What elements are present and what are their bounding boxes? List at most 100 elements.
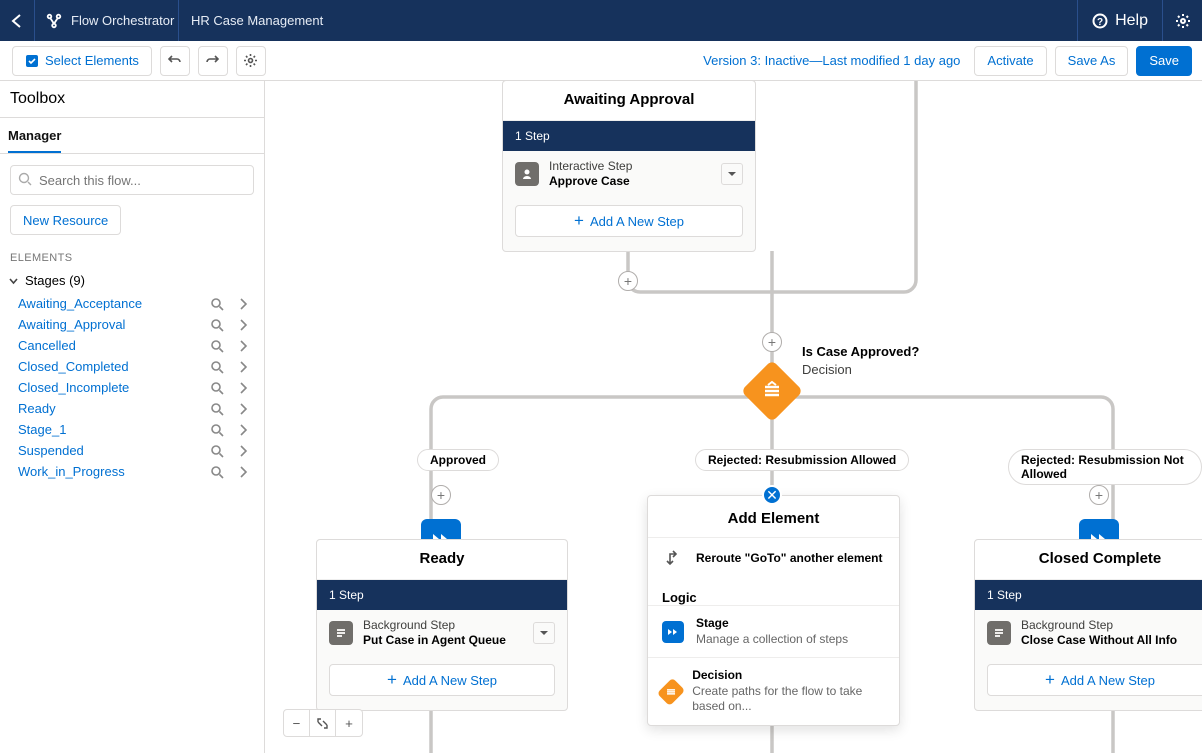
zoom-controls: − +: [283, 709, 363, 737]
search-icon[interactable]: [210, 360, 224, 374]
stage-link[interactable]: Cancelled: [18, 338, 204, 353]
add-node-button[interactable]: +: [431, 485, 451, 505]
search-icon[interactable]: [210, 381, 224, 395]
chevron-right-icon[interactable]: [236, 318, 250, 332]
chevron-right-icon[interactable]: [236, 381, 250, 395]
undo-button[interactable]: [160, 46, 190, 76]
card-closed-complete[interactable]: Closed Complete 1 Step Background StepCl…: [974, 539, 1202, 711]
toolbar: Select Elements Version 3: Inactive—Last…: [0, 41, 1202, 81]
chevron-down-icon: [539, 628, 549, 638]
stage-link[interactable]: Closed_Incomplete: [18, 380, 204, 395]
chevron-right-icon[interactable]: [236, 360, 250, 374]
tree-item-stage: Awaiting_Acceptance: [6, 293, 258, 314]
card-awaiting-approval[interactable]: Awaiting Approval 1 Step Interactive Ste…: [502, 81, 756, 252]
step-menu-button[interactable]: [721, 163, 743, 185]
brand-text: Flow Orchestrator: [71, 13, 174, 28]
gear-icon: [1175, 13, 1191, 29]
sidebar: Toolbox Manager New Resource ELEMENTS St…: [0, 81, 265, 753]
search-box: [10, 165, 254, 195]
card-ready[interactable]: Ready 1 Step Background StepPut Case in …: [316, 539, 568, 711]
new-resource-button[interactable]: New Resource: [10, 205, 121, 235]
step-count: 1 Step: [317, 580, 567, 610]
search-icon[interactable]: [210, 465, 224, 479]
card-title: Awaiting Approval: [503, 81, 755, 121]
select-icon: [25, 54, 39, 68]
reroute-icon: [662, 548, 684, 570]
decision-icon: [657, 677, 685, 705]
zoom-in-button[interactable]: +: [336, 710, 362, 736]
sidebar-tabs: Manager: [0, 118, 264, 154]
tree-item-stage: Closed_Incomplete: [6, 377, 258, 398]
undo-icon: [167, 53, 182, 68]
help-button[interactable]: ? Help: [1077, 0, 1162, 41]
decision-node[interactable]: [741, 360, 803, 422]
popover-option-stage[interactable]: StageManage a collection of steps: [648, 605, 899, 657]
back-button[interactable]: [0, 0, 35, 41]
tree-item-stage: Ready: [6, 398, 258, 419]
activate-button[interactable]: Activate: [974, 46, 1046, 76]
add-node-button[interactable]: +: [1089, 485, 1109, 505]
popover-option-reroute[interactable]: Reroute "GoTo" another element: [648, 537, 899, 580]
decision-icon: [761, 380, 783, 402]
step-count: 1 Step: [975, 580, 1202, 610]
stage-link[interactable]: Ready: [18, 401, 204, 416]
chevron-right-icon[interactable]: [236, 444, 250, 458]
select-elements-button[interactable]: Select Elements: [12, 46, 152, 76]
stage-link[interactable]: Awaiting_Approval: [18, 317, 204, 332]
branch-label-rejected-not: Rejected: Resubmission Not Allowed: [1008, 449, 1202, 485]
close-popover-button[interactable]: ✕: [762, 485, 782, 505]
tab-manager[interactable]: Manager: [8, 118, 61, 153]
save-button[interactable]: Save: [1136, 46, 1192, 76]
canvas[interactable]: Awaiting Approval 1 Step Interactive Ste…: [265, 81, 1202, 753]
stage-link[interactable]: Suspended: [18, 443, 204, 458]
orchestrator-icon: [45, 12, 63, 30]
add-step-button[interactable]: +Add A New Step: [987, 664, 1202, 696]
fit-icon: [316, 717, 329, 730]
stage-link[interactable]: Closed_Completed: [18, 359, 204, 374]
add-step-button[interactable]: +Add A New Step: [329, 664, 555, 696]
stage-icon: [662, 621, 684, 643]
search-icon[interactable]: [210, 402, 224, 416]
chevron-down-icon: [8, 275, 19, 286]
step-row[interactable]: Background StepPut Case in Agent Queue: [317, 610, 567, 656]
chevron-right-icon[interactable]: [236, 423, 250, 437]
save-as-button[interactable]: Save As: [1055, 46, 1129, 76]
tree-item-stage: Cancelled: [6, 335, 258, 356]
svg-text:?: ?: [1097, 17, 1103, 28]
stage-link[interactable]: Stage_1: [18, 422, 204, 437]
search-input[interactable]: [10, 165, 254, 195]
search-icon: [18, 172, 32, 186]
search-icon[interactable]: [210, 297, 224, 311]
step-row[interactable]: Background StepClose Case Without All In…: [975, 610, 1202, 656]
search-icon[interactable]: [210, 318, 224, 332]
step-menu-button[interactable]: [533, 622, 555, 644]
card-title: Closed Complete: [975, 540, 1202, 580]
tree-item-stage: Stage_1: [6, 419, 258, 440]
chevron-right-icon[interactable]: [236, 339, 250, 353]
search-icon[interactable]: [210, 423, 224, 437]
redo-icon: [205, 53, 220, 68]
add-step-button[interactable]: +Add A New Step: [515, 205, 743, 237]
chevron-right-icon[interactable]: [236, 297, 250, 311]
zoom-fit-button[interactable]: [310, 710, 336, 736]
stage-link[interactable]: Awaiting_Acceptance: [18, 296, 204, 311]
redo-button[interactable]: [198, 46, 228, 76]
chevron-right-icon[interactable]: [236, 465, 250, 479]
elements-header: ELEMENTS: [0, 245, 264, 268]
add-node-button[interactable]: +: [618, 271, 638, 291]
branch-label-approved: Approved: [417, 449, 499, 471]
step-row[interactable]: Interactive StepApprove Case: [503, 151, 755, 197]
stage-link[interactable]: Work_in_Progress: [18, 464, 204, 479]
context-label: HR Case Management: [179, 12, 323, 30]
step-count: 1 Step: [503, 121, 755, 151]
popover-option-decision[interactable]: DecisionCreate paths for the flow to tak…: [648, 657, 899, 725]
search-icon[interactable]: [210, 339, 224, 353]
version-status: Version 3: Inactive—Last modified 1 day …: [703, 53, 966, 68]
zoom-out-button[interactable]: −: [284, 710, 310, 736]
settings-toolbar-button[interactable]: [236, 46, 266, 76]
search-icon[interactable]: [210, 444, 224, 458]
chevron-right-icon[interactable]: [236, 402, 250, 416]
settings-button[interactable]: [1162, 0, 1202, 41]
add-node-button[interactable]: +: [762, 332, 782, 352]
tree-group-stages[interactable]: Stages (9): [6, 268, 258, 293]
